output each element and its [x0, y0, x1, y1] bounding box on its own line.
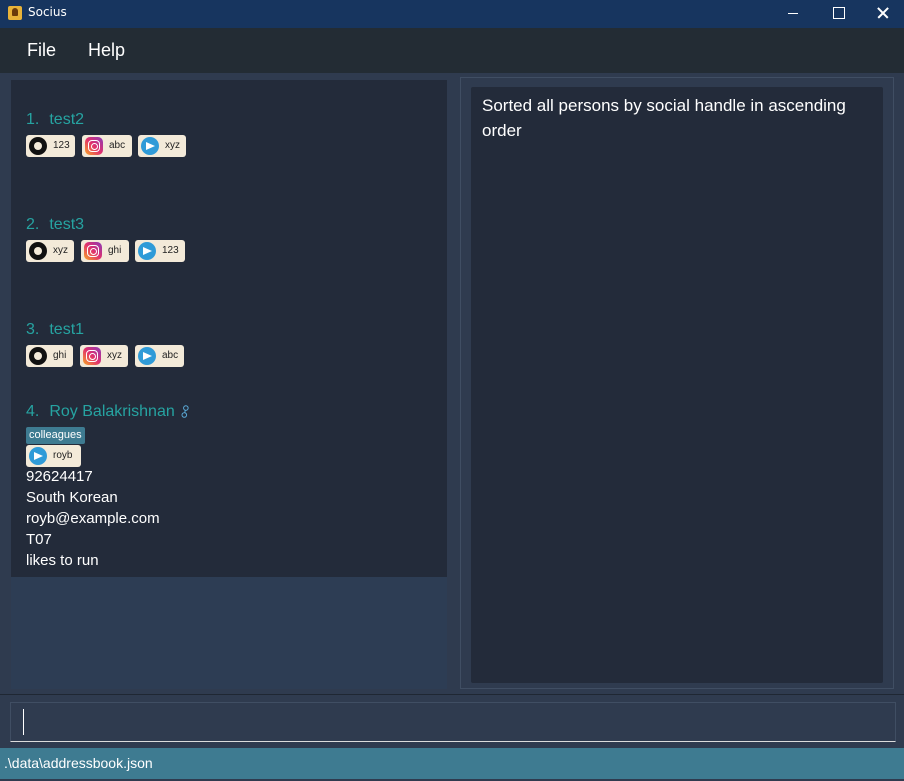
- close-button[interactable]: [860, 0, 904, 28]
- remark-text: likes to run: [26, 552, 99, 569]
- social-badge-telegram: xyz: [138, 135, 186, 157]
- social-badge-github: xyz: [26, 240, 74, 262]
- result-display[interactable]: [471, 87, 883, 683]
- social-badge-telegram: abc: [135, 345, 184, 367]
- person-name: 1. test2: [26, 111, 85, 128]
- divider: [0, 694, 904, 695]
- telegram-icon: [138, 242, 156, 260]
- app-icon: [8, 6, 22, 20]
- save-location-text: .\data\addressbook.json: [4, 755, 153, 771]
- person-name: 3. test1: [26, 321, 85, 338]
- result-message: Sorted all persons by social handle in a…: [482, 96, 846, 140]
- person-card[interactable]: [11, 290, 447, 395]
- phone-text: 92624417: [26, 468, 93, 485]
- minimize-button[interactable]: [770, 0, 816, 28]
- email-text: royb@example.com: [26, 510, 160, 527]
- github-icon: [29, 347, 47, 365]
- menu-help[interactable]: Help: [88, 40, 125, 61]
- tutorial-text: T07: [26, 531, 52, 548]
- telegram-icon: [29, 447, 47, 465]
- title-bar: Socius: [0, 0, 904, 28]
- instagram-icon: [83, 347, 101, 365]
- person-name: 4. Roy Balakrishnan☍: [26, 401, 195, 422]
- menu-file[interactable]: File: [27, 40, 56, 61]
- social-badge-telegram: 123: [135, 240, 185, 262]
- social-badge-github: ghi: [26, 345, 73, 367]
- person-card[interactable]: [11, 80, 447, 185]
- window-title: Socius: [28, 5, 67, 19]
- social-badge-instagram: xyz: [80, 345, 128, 367]
- command-input[interactable]: [10, 702, 896, 742]
- maximize-button[interactable]: [816, 0, 862, 28]
- github-icon: [29, 242, 47, 260]
- text-caret: [23, 709, 24, 735]
- menu-bar: File Help: [0, 28, 904, 73]
- social-badge-github: 123: [26, 135, 75, 157]
- person-card[interactable]: [11, 185, 447, 290]
- instagram-icon: [85, 137, 103, 155]
- github-icon: [29, 137, 47, 155]
- tag-badge: colleagues: [26, 427, 85, 444]
- person-name: 2. test3: [26, 216, 85, 233]
- telegram-icon: [138, 347, 156, 365]
- status-bar: .\data\addressbook.json: [0, 748, 904, 779]
- instagram-icon: [84, 242, 102, 260]
- nationality-text: South Korean: [26, 489, 118, 506]
- person-card[interactable]: [11, 395, 447, 577]
- social-badge-telegram: royb: [26, 445, 81, 467]
- social-badge-instagram: abc: [82, 135, 132, 157]
- telegram-icon: [141, 137, 159, 155]
- social-badge-instagram: ghi: [81, 240, 129, 262]
